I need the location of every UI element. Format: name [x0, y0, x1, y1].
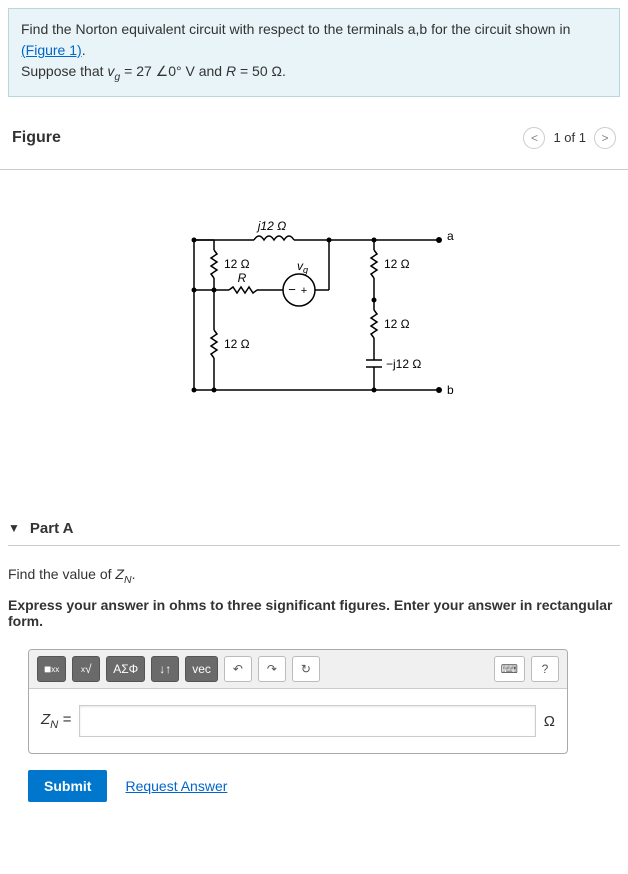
submit-button[interactable]: Submit [28, 770, 107, 802]
help-button[interactable]: ? [531, 656, 559, 682]
svg-text:12 Ω: 12 Ω [224, 257, 250, 271]
figure-nav: < 1 of 1 > [523, 127, 616, 149]
figure-section: Figure < 1 of 1 > [0, 127, 628, 170]
svg-text:b: b [447, 383, 454, 397]
request-answer-link[interactable]: Request Answer [125, 778, 227, 794]
figure-title: Figure [12, 129, 61, 147]
reset-button[interactable]: ↻ [292, 656, 320, 682]
svg-text:a: a [447, 229, 454, 243]
instruction-text: Express your answer in ohms to three sig… [8, 597, 620, 629]
caret-down-icon: ▼ [8, 521, 20, 535]
svg-text:12 Ω: 12 Ω [384, 257, 410, 271]
svg-text:−j12 Ω: −j12 Ω [386, 357, 421, 371]
svg-text:j12 Ω: j12 Ω [256, 220, 286, 233]
greek-button[interactable]: ΑΣΦ [106, 656, 145, 682]
vec-button[interactable]: vec [185, 656, 218, 682]
part-a-section: ▼ Part A Find the value of ZN. Express y… [8, 520, 620, 803]
svg-text:12 Ω: 12 Ω [224, 337, 250, 351]
unit-label: Ω [544, 713, 555, 730]
svg-text:R: R [238, 271, 247, 285]
svg-text:12 Ω: 12 Ω [384, 317, 410, 331]
figure-next-button[interactable]: > [594, 127, 616, 149]
problem-statement: Find the Norton equivalent circuit with … [8, 8, 620, 97]
figure-link[interactable]: (Figure 1) [21, 42, 82, 58]
answer-input[interactable] [79, 705, 536, 737]
part-title: Part A [30, 520, 74, 537]
circuit-diagram: j12 Ω 12 Ω R 12 Ω + − vg [0, 180, 628, 480]
root-button[interactable]: x√ [72, 656, 100, 682]
templates-button[interactable]: ■xx [37, 656, 66, 682]
answer-box: ■xx x√ ΑΣΦ ↓↑ vec ↶ ↷ ↻ ⌨ ? ZN = Ω [28, 649, 568, 754]
subsup-button[interactable]: ↓↑ [151, 656, 179, 682]
problem-intro: Find the Norton equivalent circuit with … [21, 21, 570, 37]
figure-prev-button[interactable]: < [523, 127, 545, 149]
figure-count: 1 of 1 [553, 130, 586, 145]
part-header[interactable]: ▼ Part A [8, 520, 620, 546]
svg-text:−: − [288, 282, 296, 297]
question-text: Find the value of ZN. [8, 566, 620, 586]
svg-text:+: + [301, 285, 307, 297]
keyboard-button[interactable]: ⌨ [494, 656, 525, 682]
input-label: ZN = [41, 711, 71, 731]
undo-button[interactable]: ↶ [224, 656, 252, 682]
equation-toolbar: ■xx x√ ΑΣΦ ↓↑ vec ↶ ↷ ↻ ⌨ ? [29, 650, 567, 689]
svg-text:vg: vg [297, 259, 308, 275]
redo-button[interactable]: ↷ [258, 656, 286, 682]
